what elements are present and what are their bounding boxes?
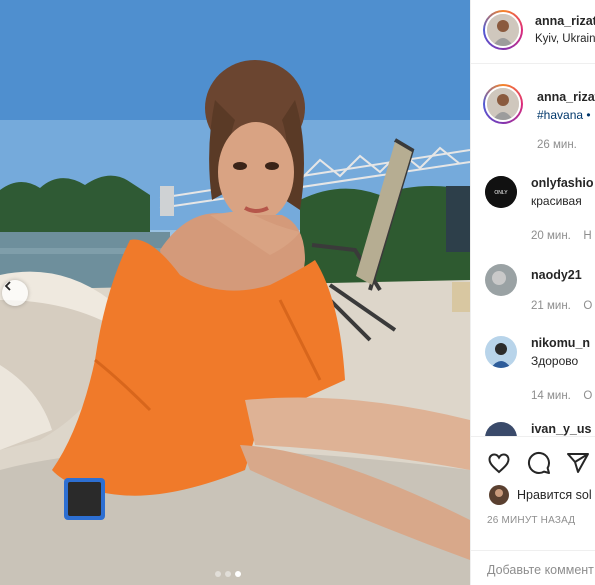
comment-reply-button[interactable]: О — [583, 300, 592, 312]
add-comment-bar — [471, 550, 595, 585]
comment-reply-button[interactable]: О — [583, 390, 592, 402]
avatar-image — [487, 14, 519, 46]
likes-text[interactable]: Нравится sol — [517, 488, 592, 502]
carousel-dot — [225, 571, 231, 577]
carousel-prev-button[interactable] — [2, 280, 28, 306]
carousel-dot — [215, 571, 221, 577]
post-header: anna_rizat Kyiv, Ukrain — [471, 0, 595, 64]
commenter-username[interactable]: naody21 — [531, 268, 592, 282]
post-location[interactable]: Kyiv, Ukrain — [535, 33, 595, 45]
liker-avatar — [489, 485, 509, 505]
carousel-dots — [215, 571, 241, 577]
comment-item: naody21 21 мин. О — [485, 264, 592, 314]
avatar-image — [485, 336, 517, 368]
commenter-username[interactable]: ivan_y_us — [531, 422, 591, 436]
heart-icon[interactable] — [487, 451, 511, 475]
svg-text:ONLY: ONLY — [494, 190, 508, 196]
likes-summary[interactable]: Нравится sol — [489, 485, 592, 505]
comment-text: Здорово — [531, 354, 579, 368]
comment-item: nikomu_n Здорово 14 мин. О — [485, 336, 592, 404]
post-photo[interactable] — [0, 0, 470, 585]
comment-time[interactable]: 14 мин. — [531, 390, 571, 402]
commenter-username[interactable]: onlyfashio — [531, 176, 594, 190]
commenter-avatar[interactable] — [485, 264, 517, 296]
caption-username[interactable]: anna_rizat — [537, 90, 595, 104]
caption-author-avatar[interactable] — [483, 84, 523, 124]
author-username[interactable]: anna_rizat — [535, 14, 595, 28]
caption-hashtag[interactable]: #havana • — [537, 108, 591, 122]
avatar-image: ONLY — [485, 176, 517, 208]
comment-time[interactable]: 20 мин. — [531, 230, 571, 242]
avatar-image — [489, 485, 509, 505]
comment-input[interactable] — [487, 563, 595, 577]
caption-time[interactable]: 26 мин. — [537, 139, 577, 151]
author-avatar[interactable] — [483, 10, 523, 50]
photo-scene — [0, 0, 470, 585]
post-actions: Нравится sol 26 МИНУТ НАЗАД — [471, 436, 595, 551]
commenter-username[interactable]: nikomu_n — [531, 336, 592, 350]
chevron-left-icon — [4, 281, 11, 291]
post-side-panel: anna_rizat Kyiv, Ukrain anna_rizat #hava… — [470, 0, 595, 585]
avatar-image — [485, 264, 517, 296]
comment-icon[interactable] — [527, 451, 551, 475]
commenter-avatar[interactable] — [485, 336, 517, 368]
comment-item: ONLY onlyfashio красивая 20 мин. Н — [485, 176, 594, 244]
comment-time[interactable]: 21 мин. — [531, 300, 571, 312]
share-icon[interactable] — [566, 451, 590, 475]
carousel-dot-active — [235, 571, 241, 577]
comment-text: красивая — [531, 194, 582, 208]
avatar-image — [487, 88, 519, 120]
commenter-avatar[interactable]: ONLY — [485, 176, 517, 208]
post-date[interactable]: 26 МИНУТ НАЗАД — [487, 515, 575, 526]
comment-reply-button[interactable]: Н — [583, 230, 591, 242]
